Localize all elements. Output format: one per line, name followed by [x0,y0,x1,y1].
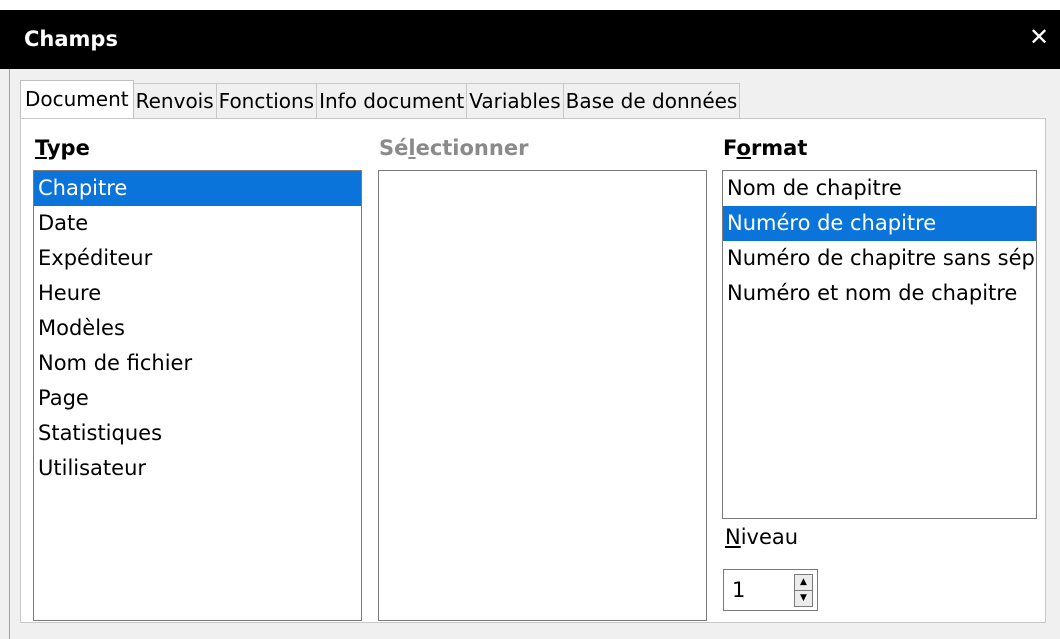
type-item-page[interactable]: Page [34,381,361,416]
tab-renvois[interactable]: Renvois [132,83,217,118]
title-bar: Champs ✕ [0,10,1060,69]
close-icon[interactable]: ✕ [1024,22,1054,52]
format-item-numero-sans-separateur[interactable]: Numéro de chapitre sans sépa [723,241,1036,276]
type-item-statistiques[interactable]: Statistiques [34,416,361,451]
type-item-utilisateur[interactable]: Utilisateur [34,451,361,486]
tab-fonctions[interactable]: Fonctions [215,83,318,118]
dialog-body: Document Renvois Fonctions Info document… [0,69,1060,639]
format-item-numero-de-chapitre[interactable]: Numéro de chapitre [723,206,1036,241]
tab-document[interactable]: Document [20,80,134,118]
spin-down-icon[interactable]: ▼ [794,590,813,607]
type-item-date[interactable]: Date [34,206,361,241]
level-value[interactable]: 1 [732,570,745,610]
level-spinbox[interactable]: 1 ▲ ▼ [723,569,818,611]
type-list[interactable]: Chapitre Date Expéditeur Heure Modèles N… [33,170,362,621]
format-list[interactable]: Nom de chapitre Numéro de chapitre Numér… [722,170,1037,519]
type-item-modeles[interactable]: Modèles [34,311,361,346]
type-item-chapitre[interactable]: Chapitre [34,171,361,206]
tab-info-document[interactable]: Info document [316,83,468,118]
select-label: Sélectionner [379,136,529,160]
type-item-heure[interactable]: Heure [34,276,361,311]
level-label: Niveau [725,525,799,549]
select-list[interactable] [378,170,707,621]
format-item-numero-et-nom[interactable]: Numéro et nom de chapitre [723,276,1036,311]
tab-base-de-donnees[interactable]: Base de données [562,83,741,118]
tab-panel-document: Type Chapitre Date Expéditeur Heure Modè… [20,118,1046,623]
window-title: Champs [24,27,118,51]
type-item-nom-de-fichier[interactable]: Nom de fichier [34,346,361,381]
spin-up-icon[interactable]: ▲ [794,574,813,591]
format-item-nom-de-chapitre[interactable]: Nom de chapitre [723,171,1036,206]
tab-variables[interactable]: Variables [466,83,564,118]
dialog-frame-edge [9,69,10,639]
type-label: Type [35,136,90,160]
tab-bar: Document Renvois Fonctions Info document… [20,80,741,118]
type-item-expediteur[interactable]: Expéditeur [34,241,361,276]
format-label: Format [723,136,808,160]
